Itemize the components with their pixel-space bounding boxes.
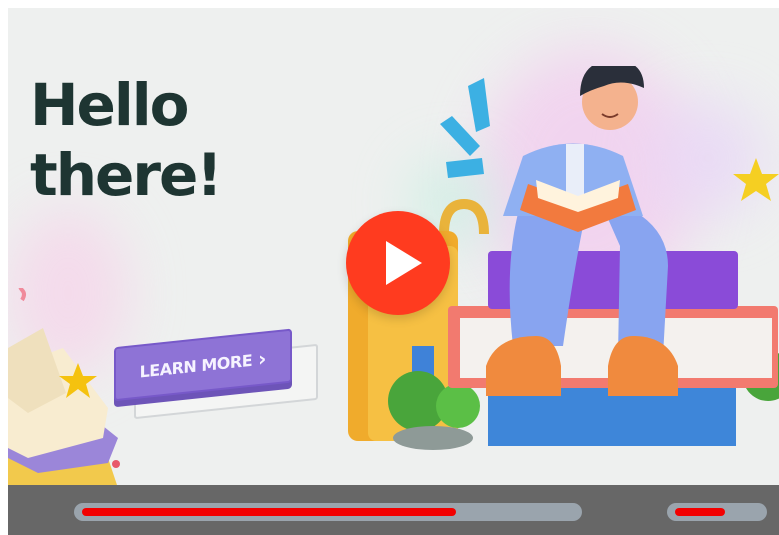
play-button[interactable] bbox=[346, 211, 450, 315]
rocks bbox=[393, 426, 473, 450]
heading-line-2: there! bbox=[30, 141, 223, 209]
progress-track[interactable] bbox=[74, 503, 582, 521]
volume-fill bbox=[675, 508, 726, 516]
video-frame[interactable]: Hello there! LEARN MORE › bbox=[8, 8, 779, 535]
heading-line-1: Hello bbox=[30, 71, 189, 139]
volume-track[interactable] bbox=[667, 503, 767, 521]
progress-fill bbox=[82, 508, 456, 516]
bush bbox=[436, 384, 480, 428]
dot-shape bbox=[112, 460, 120, 468]
play-icon bbox=[386, 241, 422, 285]
player-control-bar bbox=[8, 485, 779, 535]
chevron-right-icon: › bbox=[258, 346, 267, 372]
star-icon bbox=[733, 158, 779, 201]
learn-more-label: LEARN MORE bbox=[139, 350, 253, 382]
hero-heading: Hello there! bbox=[30, 70, 223, 210]
squiggle-shape bbox=[18, 288, 26, 302]
emphasis-marks bbox=[440, 78, 490, 178]
